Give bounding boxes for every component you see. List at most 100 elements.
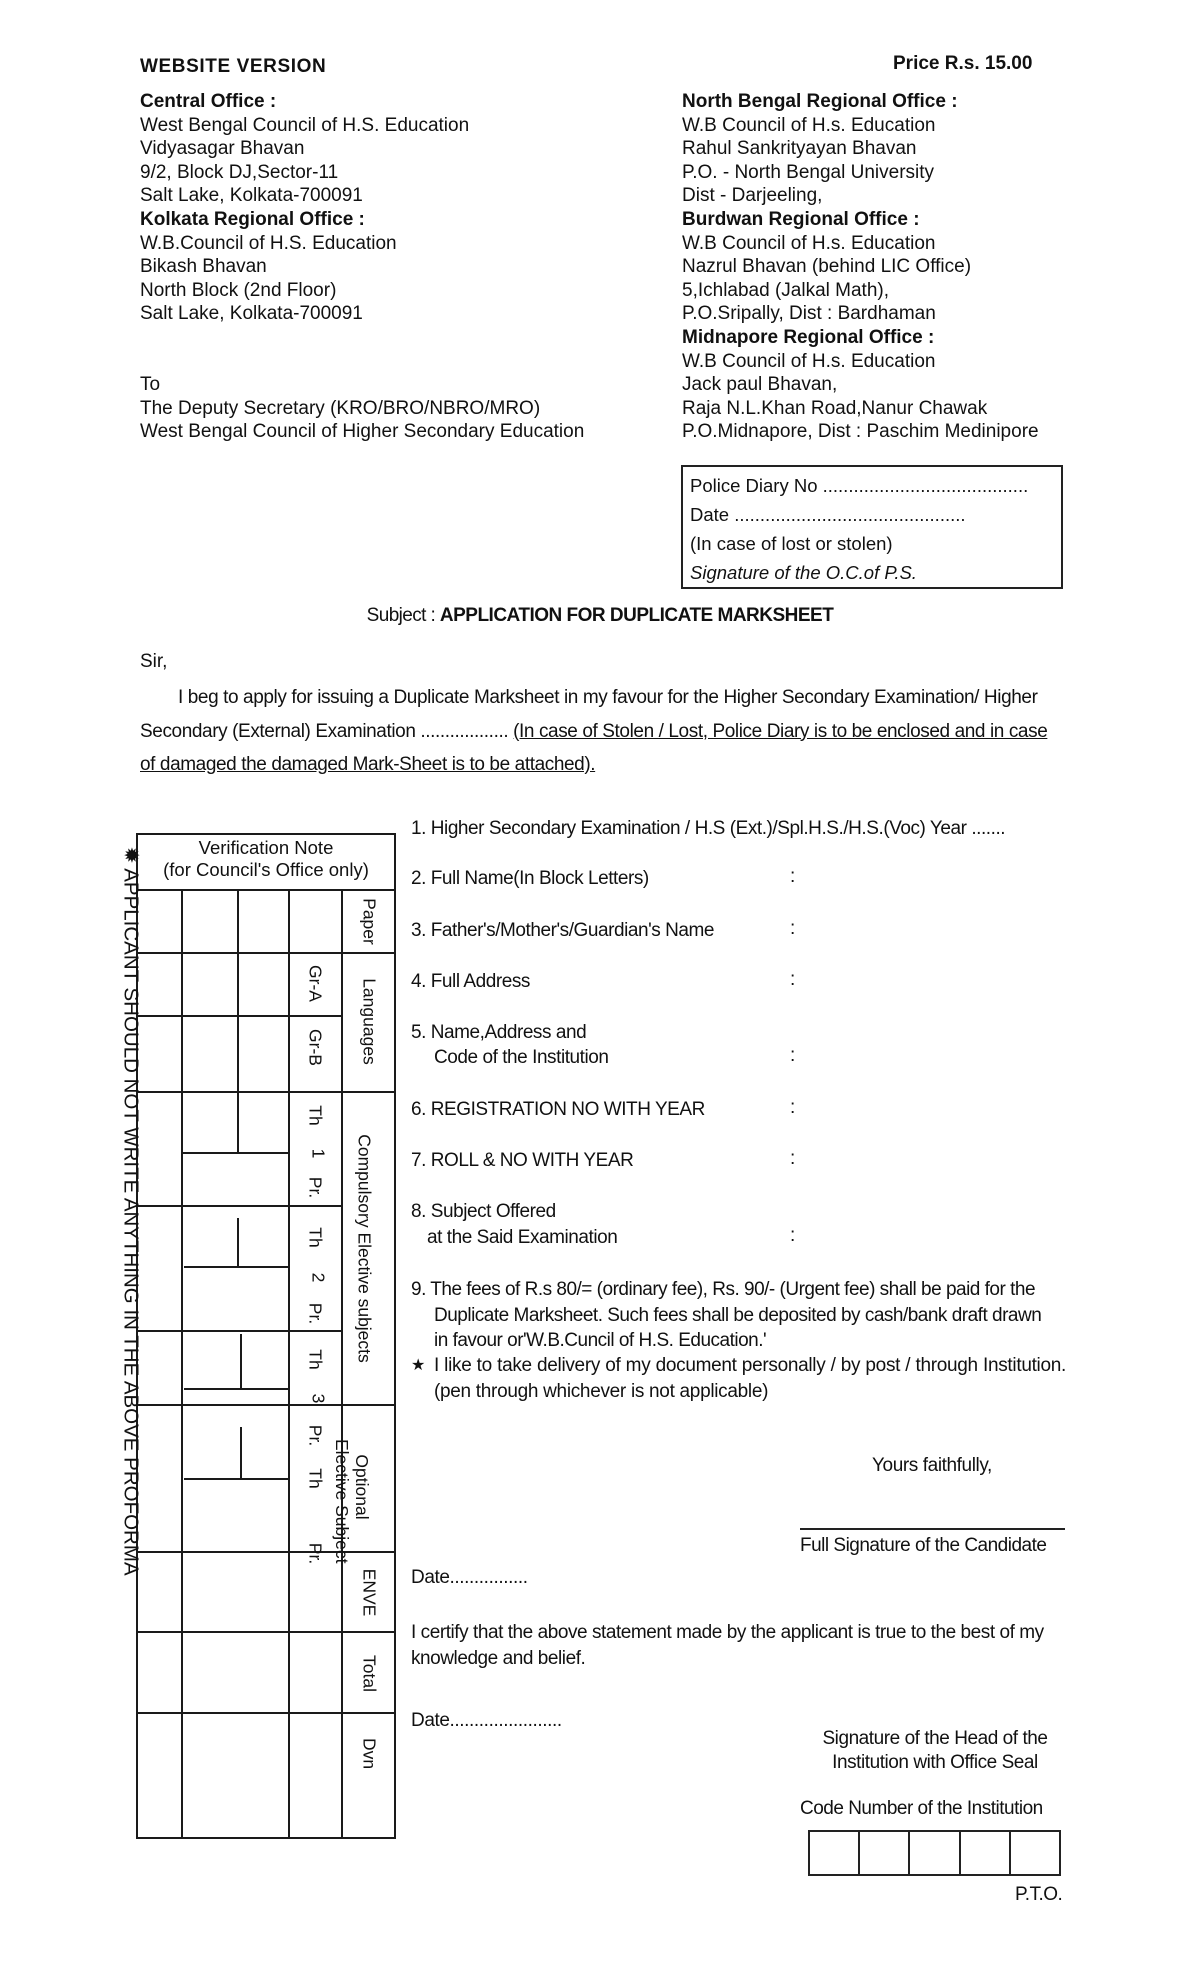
candidate-signature-label: Full Signature of the Candidate — [800, 1535, 1047, 1556]
subject-offered-field[interactable]: : — [790, 1225, 795, 1247]
fees-line: Duplicate Marksheet. Such fees shall be … — [434, 1304, 1042, 1326]
price-label: Price R.s. 15.00 — [893, 53, 1033, 74]
police-diary-no-field[interactable]: Police Diary No ........................… — [690, 471, 1061, 500]
delivery-text: I like to take delivery of my document p… — [434, 1355, 1066, 1402]
fees-line: 9. The fees of R.s 80/= (ordinary fee), … — [411, 1279, 1036, 1300]
institution-code-boxes — [808, 1830, 1061, 1876]
address-line: P.O.Sripally, Dist : Bardhaman — [682, 303, 936, 325]
label-gr-a: Gr-A — [305, 965, 326, 1002]
form-item-registration: 6. REGISTRATION NO WITH YEAR — [411, 1099, 705, 1120]
label-pr: Pr. — [305, 1542, 326, 1565]
letter-body: I beg to apply for issuing a Duplicate M… — [140, 681, 1065, 782]
police-date-field[interactable]: Date ...................................… — [690, 500, 1061, 529]
delivery-preference: ★ I like to take delivery of my document… — [411, 1353, 1066, 1404]
label-gr-b: Gr-B — [305, 1029, 326, 1066]
left-office-addresses: Central Office : West Bengal Council of … — [140, 90, 469, 326]
label-number-1: 1 — [308, 1148, 329, 1159]
pto-label: P.T.O. — [1015, 1884, 1063, 1905]
candidate-signature-line[interactable] — [800, 1528, 1065, 1530]
address-line: P.O.Midnapore, Dist : Paschim Medinipore — [682, 421, 1039, 443]
office-heading: Central Office : — [140, 91, 277, 112]
code-digit-box[interactable] — [810, 1832, 861, 1874]
label-th: Th — [305, 1468, 326, 1489]
address-line: West Bengal Council of H.S. Education — [140, 114, 470, 136]
form-item-full-address: 4. Full Address — [411, 971, 530, 992]
label-th: Th — [305, 1227, 326, 1248]
addressee-line: West Bengal Council of Higher Secondary … — [140, 421, 585, 443]
code-digit-box[interactable] — [1011, 1832, 1059, 1874]
label-number-3: 3 — [308, 1393, 329, 1404]
candidate-date-field[interactable]: Date................ — [411, 1567, 528, 1589]
form-item-exam-year: 1. Higher Secondary Examination / H.S (E… — [411, 818, 1006, 839]
label-pr: Pr. — [305, 1424, 326, 1447]
subject-label: Subject : — [366, 605, 440, 626]
form-item-subject-offered-line2: at the Said Examination — [427, 1227, 618, 1248]
office-heading: Kolkata Regional Office : — [140, 208, 365, 230]
head-signature-label: Signature of the Head of the Institution… — [790, 1727, 1080, 1774]
head-signature-line1: Signature of the Head of the — [822, 1728, 1048, 1749]
certification-statement: I certify that the above statement made … — [411, 1622, 1044, 1669]
roll-field[interactable]: : — [790, 1148, 795, 1170]
address-line: Bikash Bhavan — [140, 256, 267, 278]
form-item-guardian-name: 3. Father's/Mother's/Guardian's Name — [411, 920, 715, 941]
salutation: Sir, — [140, 651, 168, 672]
fees-note: 9. The fees of R.s 80/= (ordinary fee), … — [411, 1277, 1066, 1354]
website-version-label: WEBSITE VERSION — [140, 56, 327, 77]
address-line: Vidyasagar Bhavan — [140, 138, 305, 160]
police-diary-box: Police Diary No ........................… — [681, 465, 1063, 589]
address-line: Rahul Sankrityayan Bhavan — [682, 138, 917, 160]
label-total: Total — [359, 1655, 380, 1692]
label-th: Th — [305, 1349, 326, 1370]
optional-line-1: Optional — [352, 1454, 372, 1520]
form-item-roll: 7. ROLL & NO WITH YEAR — [411, 1150, 634, 1171]
code-digit-box[interactable] — [910, 1832, 961, 1874]
address-line: P.O. - North Bengal University — [682, 161, 935, 183]
label-pr: Pr. — [305, 1176, 326, 1199]
optional-line-2: Elective Subject — [332, 1439, 352, 1564]
oc-signature-label: Signature of the O.C.of P.S. — [690, 562, 917, 583]
code-digit-box[interactable] — [961, 1832, 1011, 1874]
address-line: Nazrul Bhavan (behind LIC Office) — [682, 256, 972, 278]
office-heading: Midnapore Regional Office : — [682, 326, 935, 348]
label-enve: ENVE — [359, 1568, 380, 1617]
address-line: Salt Lake, Kolkata-700091 — [140, 185, 363, 207]
subject-value: APPLICATION FOR DUPLICATE MARKSHEET — [439, 605, 834, 626]
label-dvn: Dvn — [359, 1737, 380, 1770]
full-address-field[interactable]: : — [790, 969, 795, 991]
label-compulsory-elective: Compulsory Elective subjects — [354, 1134, 375, 1363]
label-optional-elective: Optional Elective Subject — [332, 1439, 372, 1564]
address-line: W.B Council of H.s. Education — [682, 350, 936, 372]
address-line: Raja N.L.Khan Road,Nanur Chawak — [682, 397, 988, 419]
label-th: Th — [305, 1105, 326, 1126]
head-date-field[interactable]: Date....................... — [411, 1710, 562, 1732]
address-line: Salt Lake, Kolkata-700091 — [140, 303, 363, 325]
addressee-block: To The Deputy Secretary (KRO/BRO/NBRO/MR… — [140, 373, 584, 444]
verification-note-table: Verification Note (for Council's Office … — [136, 833, 396, 1839]
verification-header: Verification Note (for Council's Office … — [136, 833, 396, 890]
address-line: Jack paul Bhavan, — [682, 374, 838, 396]
office-heading: North Bengal Regional Office : — [682, 91, 958, 112]
institution-field[interactable]: : — [790, 1045, 795, 1067]
institution-code-label: Code Number of the Institution — [800, 1798, 1043, 1819]
fees-line: in favour or'W.B.Cuncil of H.S. Educatio… — [434, 1330, 767, 1351]
addressee-line: The Deputy Secretary (KRO/BRO/NBRO/MRO) — [140, 397, 541, 419]
subject-line: Subject : APPLICATION FOR DUPLICATE MARK… — [0, 605, 1200, 627]
to-label: To — [140, 374, 161, 395]
applicant-warning-note: ✹ APPLICANT SHOULD NOT WRITE ANYTHING IN… — [119, 846, 143, 1576]
registration-field[interactable]: : — [790, 1097, 795, 1119]
address-line: Dist - Darjeeling, — [682, 185, 823, 207]
guardian-name-field[interactable]: : — [790, 918, 795, 940]
label-languages: Languages — [359, 978, 380, 1065]
form-item-institution-line2: Code of the Institution — [434, 1047, 609, 1068]
address-line: North Block (2nd Floor) — [140, 279, 337, 301]
verification-subtitle: (for Council's Office only) — [163, 859, 369, 880]
yours-faithfully: Yours faithfully, — [872, 1455, 992, 1476]
address-line: W.B Council of H.s. Education — [682, 114, 936, 136]
form-item-subject-offered: 8. Subject Offered — [411, 1201, 556, 1222]
star-icon: ★ — [411, 1357, 426, 1374]
address-line: W.B.Council of H.S. Education — [140, 232, 397, 254]
address-line: 9/2, Block DJ,Sector-11 — [140, 161, 339, 183]
full-name-field[interactable]: : — [790, 866, 795, 888]
code-digit-box[interactable] — [860, 1832, 911, 1874]
form-item-institution: 5. Name,Address and — [411, 1022, 587, 1043]
